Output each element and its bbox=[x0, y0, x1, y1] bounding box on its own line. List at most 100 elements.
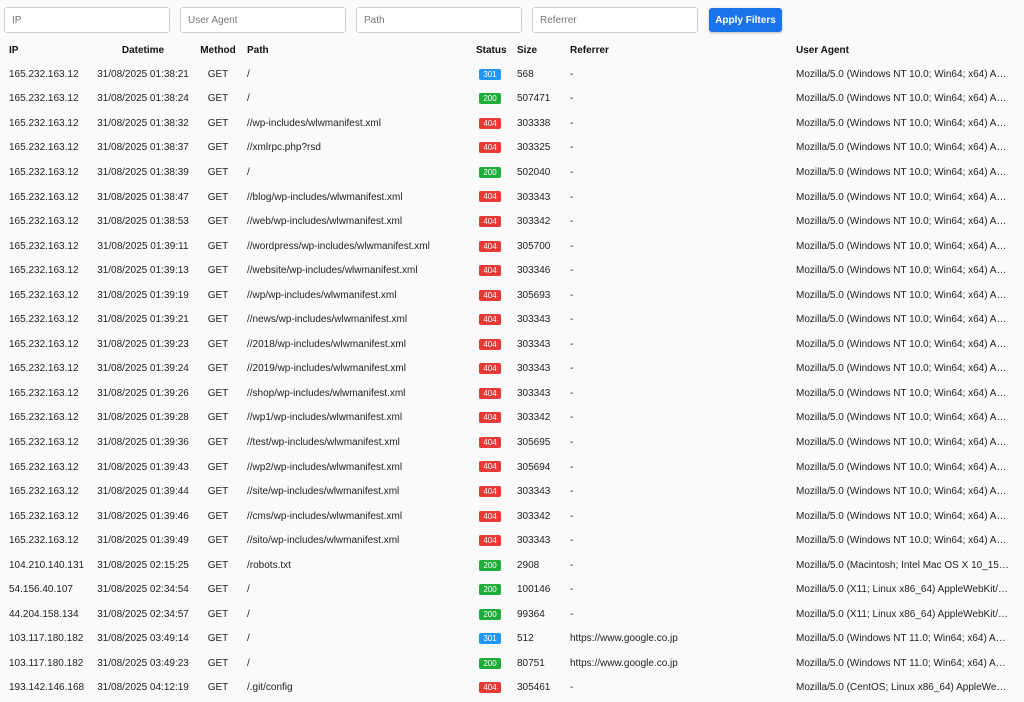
column-header-status[interactable]: Status bbox=[467, 38, 508, 62]
table-row[interactable]: 165.232.163.12 31/08/2025 01:39:43 GET //wp… bbox=[0, 455, 1024, 480]
column-header-user-agent[interactable]: User Agent bbox=[787, 38, 1024, 62]
status-badge: 404 bbox=[479, 387, 501, 399]
table-row[interactable]: 104.210.140.131 31/08/2025 02:15:25 GET/ro… bbox=[0, 553, 1024, 578]
cell-size: 512 bbox=[517, 633, 534, 645]
status-badge: 404 bbox=[479, 682, 501, 694]
cell-status: 404 bbox=[467, 381, 508, 406]
table-row[interactable]: 165.232.163.12 31/08/2025 01:39:44 GET //si… bbox=[0, 479, 1024, 504]
status-badge: 200 bbox=[479, 93, 501, 105]
table-row[interactable]: 165.232.163.12 31/08/2025 01:39:19 GET //wp… bbox=[0, 283, 1024, 308]
cell-status: 200 bbox=[467, 553, 508, 578]
cell-ip: 193.142.146.168 bbox=[9, 682, 85, 694]
status-badge: 404 bbox=[479, 240, 501, 252]
table-row[interactable]: 165.232.163.12 31/08/2025 01:39:21 GET //ne… bbox=[0, 307, 1024, 332]
cell-referrer: - bbox=[570, 216, 574, 228]
table-row[interactable]: 165.232.163.12 31/08/2025 01:39:28 GET //wp… bbox=[0, 406, 1024, 431]
cell-user-agent: Mozilla/5.0 (Windows NT 10.0; Win64; x64… bbox=[796, 461, 1024, 473]
cell-datetime: 31/08/2025 01:38:32 bbox=[97, 117, 189, 129]
cell-method: GET bbox=[207, 93, 229, 105]
cell-datetime: 31/08/2025 01:39:13 bbox=[97, 265, 189, 277]
cell-ip: 104.210.140.131 bbox=[9, 559, 85, 571]
cell-size: 303343 bbox=[517, 535, 551, 547]
cell-status: 404 bbox=[467, 258, 508, 283]
cell-referrer: - bbox=[570, 363, 574, 375]
table-row[interactable]: 54.156.40.107 31/08/2025 02:34:54 GET / 200 1… bbox=[0, 577, 1024, 602]
cell-referrer: - bbox=[570, 338, 574, 350]
cell-size: 303343 bbox=[517, 191, 551, 203]
cell-path: //shop/wp-includes/wlwmanifest.xml bbox=[247, 387, 406, 399]
cell-size: 303325 bbox=[517, 142, 551, 154]
table-row[interactable]: 44.204.158.134 31/08/2025 02:34:57 GET / 200… bbox=[0, 602, 1024, 627]
table-row[interactable]: 165.232.163.12 31/08/2025 01:38:24 GET / 200… bbox=[0, 87, 1024, 112]
cell-user-agent: Mozilla/5.0 (Windows NT 10.0; Win64; x64… bbox=[796, 314, 1024, 326]
cell-method: GET bbox=[207, 633, 229, 645]
cell-ip: 165.232.163.12 bbox=[9, 117, 79, 129]
cell-ip: 165.232.163.12 bbox=[9, 68, 79, 80]
cell-method: GET bbox=[207, 486, 229, 498]
column-header-datetime[interactable]: Datetime bbox=[88, 38, 198, 62]
table-row[interactable]: 165.232.163.12 31/08/2025 01:39:24 GET //20… bbox=[0, 357, 1024, 382]
cell-method: GET bbox=[207, 142, 229, 154]
column-header-path[interactable]: Path bbox=[238, 38, 467, 62]
cell-ip: 165.232.163.12 bbox=[9, 240, 79, 252]
cell-ip: 54.156.40.107 bbox=[9, 584, 73, 596]
cell-user-agent: Mozilla/5.0 (Windows NT 10.0; Win64; x64… bbox=[796, 436, 1024, 448]
column-header-referrer[interactable]: Referrer bbox=[561, 38, 787, 62]
cell-ip: 165.232.163.12 bbox=[9, 216, 79, 228]
cell-status: 404 bbox=[467, 307, 508, 332]
table-row[interactable]: 165.232.163.12 31/08/2025 01:38:37 GET //xm… bbox=[0, 136, 1024, 161]
cell-method: GET bbox=[207, 191, 229, 203]
cell-ip: 103.117.180.182 bbox=[9, 633, 84, 645]
cell-referrer: - bbox=[570, 68, 574, 80]
column-header-method[interactable]: Method bbox=[198, 38, 238, 62]
status-badge: 404 bbox=[479, 338, 501, 350]
column-header-ip[interactable]: IP bbox=[0, 38, 88, 62]
cell-ip: 165.232.163.12 bbox=[9, 363, 79, 375]
cell-ip: 165.232.163.12 bbox=[9, 486, 79, 498]
cell-user-agent: Mozilla/5.0 (Windows NT 10.0; Win64; x64… bbox=[796, 412, 1024, 424]
cell-datetime: 31/08/2025 01:39:28 bbox=[97, 412, 189, 424]
table-row[interactable]: 165.232.163.12 31/08/2025 01:38:39 GET / 200… bbox=[0, 160, 1024, 185]
table-row[interactable]: 165.232.163.12 31/08/2025 01:38:47 GET //bl… bbox=[0, 185, 1024, 210]
table-row[interactable]: 103.117.180.182 31/08/2025 03:49:23 GET / 20… bbox=[0, 651, 1024, 676]
apply-filters-button[interactable]: Apply Filters bbox=[709, 8, 782, 32]
cell-path: //web/wp-includes/wlwmanifest.xml bbox=[247, 216, 403, 228]
path-filter-input[interactable] bbox=[356, 7, 522, 33]
table-row[interactable]: 165.232.163.12 31/08/2025 01:39:23 GET //20… bbox=[0, 332, 1024, 357]
user-agent-filter-input[interactable] bbox=[180, 7, 346, 33]
cell-path: //xmlrpc.php?rsd bbox=[247, 142, 321, 154]
cell-referrer: - bbox=[570, 117, 574, 129]
ip-filter-input[interactable] bbox=[4, 7, 170, 33]
table-row[interactable]: 165.232.163.12 31/08/2025 01:39:11 GET //wo… bbox=[0, 234, 1024, 259]
cell-size: 303342 bbox=[517, 510, 551, 522]
table-row[interactable]: 165.232.163.12 31/08/2025 01:38:21 GET / 301… bbox=[0, 62, 1024, 87]
status-badge: 404 bbox=[479, 314, 501, 326]
cell-datetime: 31/08/2025 01:39:36 bbox=[97, 436, 189, 448]
cell-size: 303342 bbox=[517, 412, 551, 424]
table-row[interactable]: 193.142.146.168 31/08/2025 04:12:19 GET /.g… bbox=[0, 676, 1024, 701]
cell-size: 305695 bbox=[517, 436, 551, 448]
cell-method: GET bbox=[207, 535, 229, 547]
referrer-filter-input[interactable] bbox=[532, 7, 698, 33]
cell-method: GET bbox=[207, 584, 229, 596]
status-badge: 404 bbox=[479, 510, 501, 522]
table-row[interactable]: 165.232.163.12 31/08/2025 01:38:53 GET //we… bbox=[0, 209, 1024, 234]
cell-method: GET bbox=[207, 265, 229, 277]
table-row[interactable]: 165.232.163.12 31/08/2025 01:39:26 GET //sh… bbox=[0, 381, 1024, 406]
table-row[interactable]: 165.232.163.12 31/08/2025 01:38:32 GET //wp… bbox=[0, 111, 1024, 136]
column-header-size[interactable]: Size bbox=[508, 38, 561, 62]
cell-user-agent: Mozilla/5.0 (Windows NT 10.0; Win64; x64… bbox=[796, 535, 1024, 547]
cell-user-agent: Mozilla/5.0 (Windows NT 10.0; Win64; x64… bbox=[796, 117, 1024, 129]
table-row[interactable]: 165.232.163.12 31/08/2025 01:39:13 GET //we… bbox=[0, 258, 1024, 283]
cell-user-agent: Mozilla/5.0 (Windows NT 10.0; Win64; x64… bbox=[796, 93, 1024, 105]
table-row[interactable]: 165.232.163.12 31/08/2025 01:39:46 GET //cm… bbox=[0, 504, 1024, 529]
cell-size: 303343 bbox=[517, 363, 551, 375]
table-row[interactable]: 165.232.163.12 31/08/2025 01:39:36 GET //te… bbox=[0, 430, 1024, 455]
cell-size: 303338 bbox=[517, 117, 551, 129]
cell-ip: 165.232.163.12 bbox=[9, 387, 79, 399]
cell-ip: 165.232.163.12 bbox=[9, 461, 79, 473]
table-row[interactable]: 103.117.180.182 31/08/2025 03:49:14 GET / 30… bbox=[0, 627, 1024, 652]
table-row[interactable]: 165.232.163.12 31/08/2025 01:39:49 GET //si… bbox=[0, 528, 1024, 553]
cell-datetime: 31/08/2025 01:39:26 bbox=[97, 387, 189, 399]
cell-user-agent: Mozilla/5.0 (X11; Linux x86_64) AppleWeb… bbox=[796, 584, 1024, 596]
